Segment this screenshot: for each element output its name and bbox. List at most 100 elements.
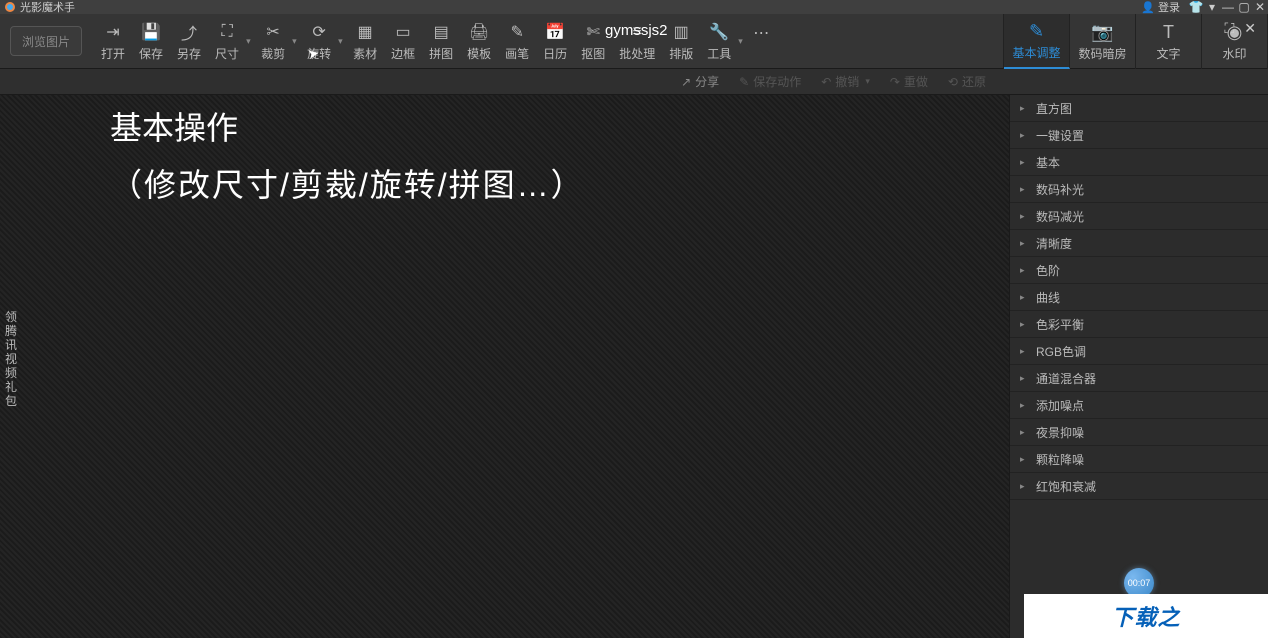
dropdown-icon[interactable]: ▾ xyxy=(1204,0,1220,14)
panel-label: 色阶 xyxy=(1036,262,1060,279)
undo-icon: ↶ xyxy=(821,75,831,89)
maximize-icon[interactable]: ▢ xyxy=(1236,0,1252,14)
panel-sharpness[interactable]: ▸清晰度 xyxy=(1010,230,1268,257)
panel-label: 添加噪点 xyxy=(1036,397,1084,414)
tb-save[interactable]: 💾保存 xyxy=(132,14,170,69)
tb-template[interactable]: 🖨 模板 xyxy=(460,14,498,69)
panel-rgb-tone[interactable]: ▸ RGB色调 xyxy=(1010,338,1268,365)
layout-icon: ▥ xyxy=(674,21,689,43)
panel-fill-light[interactable]: ▸数码补光 xyxy=(1010,176,1268,203)
bottom-ad[interactable]: 下载之 xyxy=(1024,594,1268,638)
tshirt-icon[interactable]: 👕 xyxy=(1188,0,1204,14)
collage-icon: ▤ xyxy=(434,21,449,43)
overlay-watermark-label: gymssjs2 xyxy=(605,22,668,39)
panel-color-balance[interactable]: ▸色彩平衡 xyxy=(1010,311,1268,338)
tb-template-label: 模板 xyxy=(467,45,491,62)
rotate-dd[interactable]: ▾ xyxy=(338,36,346,47)
arrow-icon: ▸ xyxy=(1020,373,1030,384)
tb-material[interactable]: ▦素材 xyxy=(346,14,384,69)
share-button[interactable]: ↗分享 xyxy=(671,73,729,90)
tab-darkroom-label: 数码暗房 xyxy=(1078,45,1126,62)
save-action-button[interactable]: ✎保存动作 xyxy=(729,73,811,90)
inner-close-icon[interactable]: ✕ xyxy=(1244,20,1256,37)
tab-watermark-label: 水印 xyxy=(1222,45,1246,62)
panel-levels[interactable]: ▸色阶 xyxy=(1010,257,1268,284)
tb-border[interactable]: ▭边框 xyxy=(384,14,422,69)
title-bar: 光影魔术手 👤 登录 👕 ▾ — ▢ ✕ xyxy=(0,0,1268,14)
ad-text: 下载之 xyxy=(1111,600,1180,632)
panel-grain-denoise[interactable]: ▸颗粒降噪 xyxy=(1010,446,1268,473)
border-icon: ▭ xyxy=(396,21,411,43)
tools-dd[interactable]: ▾ xyxy=(738,36,746,47)
tb-crop-label: 裁剪 xyxy=(261,45,285,62)
tab-text[interactable]: T文字 xyxy=(1136,14,1202,69)
panel-label: 数码补光 xyxy=(1036,181,1084,198)
tutorial-text: 基本操作 （修改尺寸/剪裁/旋转/拼图…） xyxy=(110,103,585,211)
tutorial-line2: （修改尺寸/剪裁/旋转/拼图…） xyxy=(110,160,585,211)
panel-histogram[interactable]: ▸直方图 xyxy=(1010,95,1268,122)
tb-more[interactable]: ⋯ xyxy=(746,14,776,69)
undo-button[interactable]: ↶撤销▾ xyxy=(811,73,880,90)
tb-collage[interactable]: ▤ 拼图 xyxy=(422,14,460,69)
size-dd[interactable]: ▾ xyxy=(246,36,254,47)
tb-rotate[interactable]: ⟳旋转 xyxy=(300,14,338,69)
tb-size[interactable]: ⛶尺寸 xyxy=(208,14,246,69)
arrow-icon: ▸ xyxy=(1020,211,1030,222)
tb-open-label: 打开 xyxy=(101,45,125,62)
save-action-label: 保存动作 xyxy=(753,73,801,90)
panel-label: 直方图 xyxy=(1036,100,1072,117)
tb-batch-label: 批处理 xyxy=(619,45,655,62)
panel-label: 夜景抑噪 xyxy=(1036,424,1084,441)
panel-label: 基本 xyxy=(1036,154,1060,171)
tb-brush-label: 画笔 xyxy=(505,45,529,62)
saveas-icon: ⤴ xyxy=(181,21,197,43)
arrow-icon: ▸ xyxy=(1020,346,1030,357)
adjustment-panel: ▸直方图 ▸一键设置 ▸基本 ▸数码补光 ▸数码减光 ▸清晰度 ▸色阶 ▸曲线 … xyxy=(1009,95,1268,638)
tab-basic-adjust[interactable]: ✎基本调整 xyxy=(1004,14,1070,69)
arrow-icon: ▸ xyxy=(1020,130,1030,141)
tb-crop[interactable]: ✂裁剪 xyxy=(254,14,292,69)
panel-add-noise[interactable]: ▸ 添加噪点 xyxy=(1010,392,1268,419)
template-icon: 🖨 xyxy=(469,21,489,43)
tb-brush[interactable]: ✎画笔 xyxy=(498,14,536,69)
tools-icon: 🔧 xyxy=(709,21,729,43)
browse-label: 浏览图片 xyxy=(22,33,70,50)
close-window-icon[interactable]: ✕ xyxy=(1252,0,1268,14)
crop-dd[interactable]: ▾ xyxy=(292,36,300,47)
arrow-icon: ▸ xyxy=(1020,292,1030,303)
canvas-area: 基本操作 （修改尺寸/剪裁/旋转/拼图…） 领腾讯视频礼包 xyxy=(0,95,1009,638)
tb-layout[interactable]: ▥排版 xyxy=(662,14,700,69)
panel-basic[interactable]: ▸ 基本 xyxy=(1010,149,1268,176)
panel-reduce-light[interactable]: ▸数码减光 xyxy=(1010,203,1268,230)
restore-button[interactable]: ⟲还原 xyxy=(938,73,996,90)
tb-saveas[interactable]: ⤴另存 xyxy=(170,14,208,69)
app-title: 光影魔术手 xyxy=(20,0,75,15)
tb-calendar[interactable]: 📅日历 xyxy=(536,14,574,69)
panel-label: 颗粒降噪 xyxy=(1036,451,1084,468)
redo-button[interactable]: ↷重做 xyxy=(880,73,938,90)
tb-open[interactable]: ⇥打开 xyxy=(94,14,132,69)
arrow-icon: ▸ xyxy=(1020,157,1030,168)
tab-darkroom[interactable]: 📷数码暗房 xyxy=(1070,14,1136,69)
panel-channel-mixer[interactable]: ▸通道混合器 xyxy=(1010,365,1268,392)
panel-curves[interactable]: ▸曲线 xyxy=(1010,284,1268,311)
panel-red-saturation[interactable]: ▸红饱和衰减 xyxy=(1010,473,1268,500)
tb-cutout-label: 抠图 xyxy=(581,45,605,62)
tb-calendar-label: 日历 xyxy=(543,45,567,62)
save-icon: 💾 xyxy=(141,21,161,43)
panel-oneclick[interactable]: ▸ 一键设置 xyxy=(1010,122,1268,149)
inner-maximize-icon[interactable]: ⛶ xyxy=(1224,20,1234,37)
arrow-icon: ▸ xyxy=(1020,400,1030,411)
rotate-icon: ⟳ xyxy=(312,21,325,43)
panel-label: RGB色调 xyxy=(1036,343,1086,360)
side-ad-text[interactable]: 领腾讯视频礼包 xyxy=(4,310,18,408)
browse-button[interactable]: 浏览图片 xyxy=(10,26,82,56)
panel-night-denoise[interactable]: ▸夜景抑噪 xyxy=(1010,419,1268,446)
tb-tools[interactable]: 🔧工具 xyxy=(700,14,738,69)
tab-text-label: 文字 xyxy=(1156,45,1180,62)
tb-collage-label: 拼图 xyxy=(429,45,453,62)
panel-label: 一键设置 xyxy=(1036,127,1084,144)
action-bar: ↗分享 ✎保存动作 ↶撤销▾ ↷重做 ⟲还原 xyxy=(0,69,1268,95)
minimize-icon[interactable]: — xyxy=(1220,0,1236,14)
panel-label: 红饱和衰减 xyxy=(1036,478,1096,495)
